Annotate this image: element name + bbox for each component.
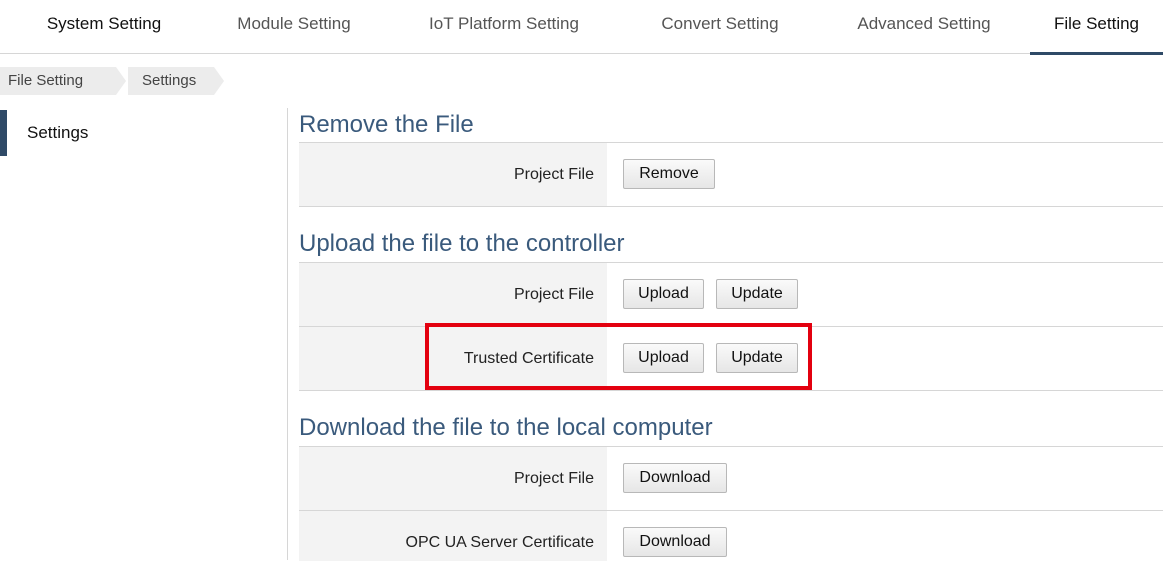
tab-iot-platform-setting[interactable]: IoT Platform Setting [413,0,595,54]
breadcrumb-label: File Setting [8,72,84,89]
download-opc-ua-certificate-button[interactable]: Download [623,527,727,557]
row-label: Project File [299,263,607,326]
upload-project-file-button[interactable]: Upload [623,279,704,309]
row-download-project-file: Project File Download [299,446,1163,510]
section-title-remove: Remove the File [299,111,474,138]
sidebar-item-settings[interactable]: Settings [0,110,260,156]
tab-advanced-setting[interactable]: Advanced Setting [843,0,1005,54]
breadcrumb-item-file-setting[interactable]: File Setting [0,67,127,95]
breadcrumb-arrow [116,67,126,95]
row-label: OPC UA Server Certificate [299,511,607,561]
top-tab-bar: System Setting Module Setting IoT Platfo… [0,0,1163,55]
tab-system-setting[interactable]: System Setting [34,0,174,54]
highlight-box [425,323,812,390]
row-label: Project File [299,447,607,510]
update-project-file-button[interactable]: Update [716,279,798,309]
row-upload-project-file: Project File Upload Update [299,262,1163,326]
breadcrumb-item-settings[interactable]: Settings [128,67,225,95]
sidebar-divider [287,108,288,560]
breadcrumb-label: Settings [142,72,197,89]
section-title-upload: Upload the file to the controller [299,230,625,257]
tab-convert-setting[interactable]: Convert Setting [649,0,791,54]
row-divider [299,206,1163,207]
row-label: Project File [299,143,607,206]
tab-module-setting[interactable]: Module Setting [226,0,362,54]
row-divider [299,390,1163,391]
sidebar-item-label: Settings [27,123,89,142]
tab-file-setting[interactable]: File Setting [1030,0,1163,55]
breadcrumb-arrow [214,67,224,95]
remove-project-file-button[interactable]: Remove [623,159,715,189]
row-download-opc-ua-certificate: OPC UA Server Certificate Download [299,510,1163,561]
download-project-file-button[interactable]: Download [623,463,727,493]
section-title-download: Download the file to the local computer [299,414,713,441]
row-remove-project-file: Project File Remove [299,142,1163,206]
